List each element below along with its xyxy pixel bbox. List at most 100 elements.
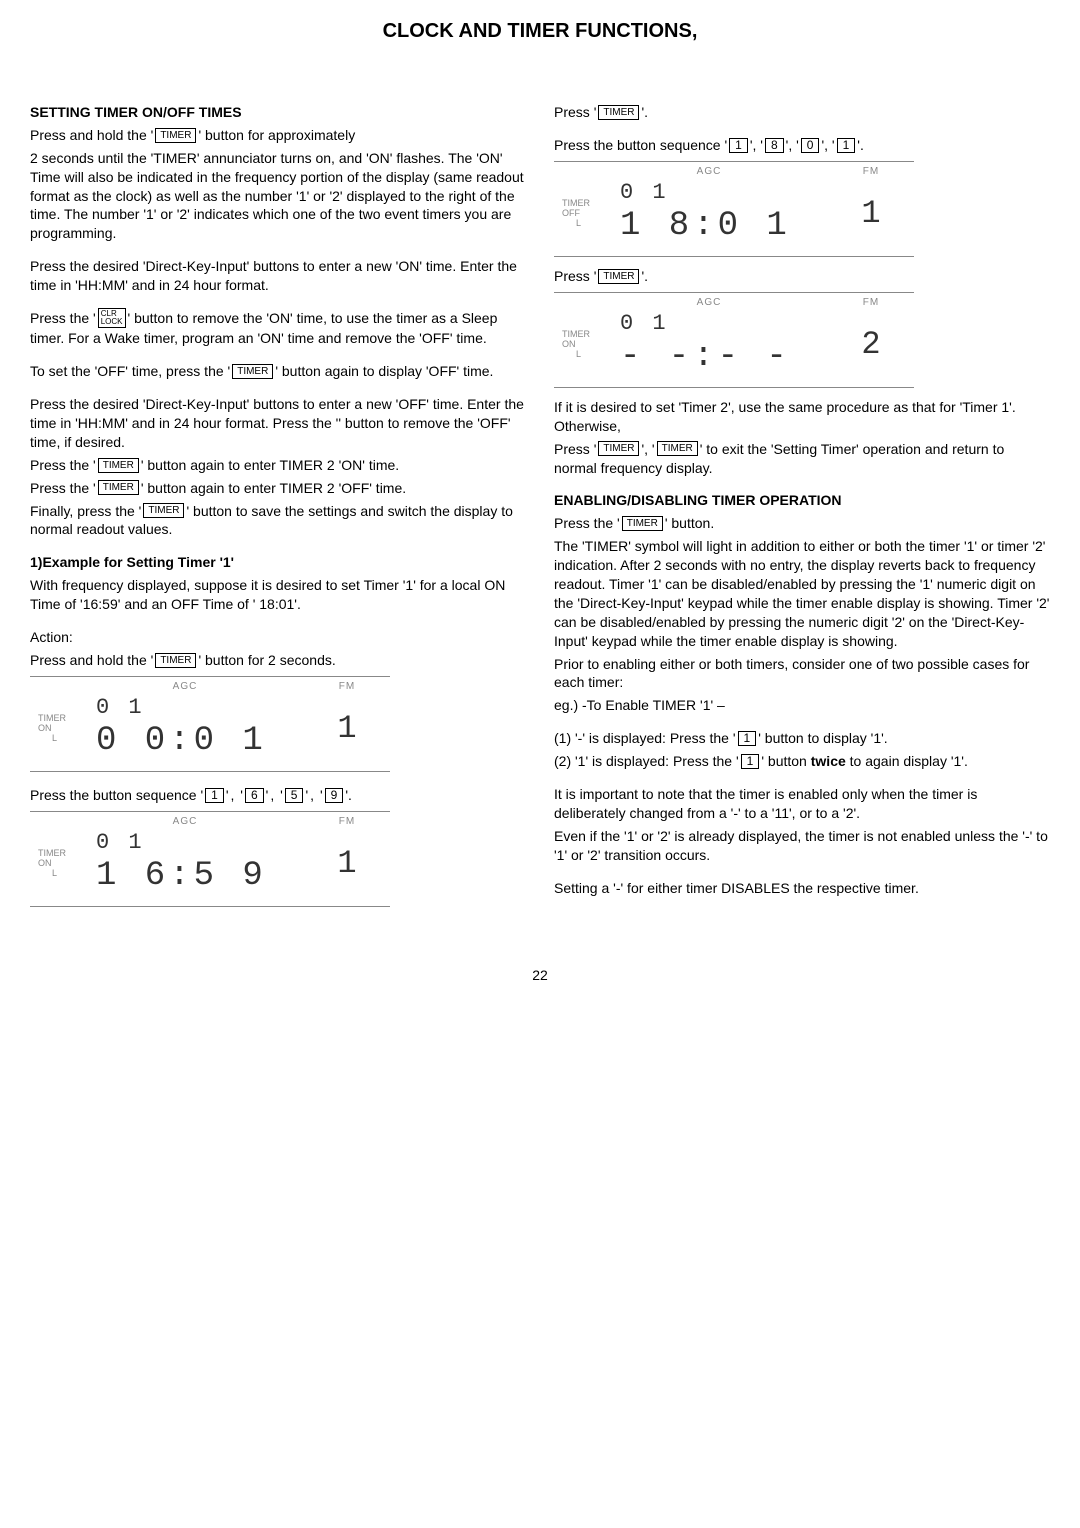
lcd-fm: FM [836,296,906,310]
timer-button-label: TIMER [598,105,639,120]
lcd-timer-off: TIMEROFF [562,199,620,219]
heading-example: 1)Example for Setting Timer '1' [30,553,526,572]
lcd-fm: FM [836,165,906,179]
text: button to display '1'. [765,730,888,746]
text: Press 'TIMER', 'TIMER' to exit the 'Sett… [554,440,1050,478]
text: Press [554,441,594,457]
key-1: 1 [741,754,760,769]
text: to again display '1'. [846,753,968,769]
text: Press 'TIMER'. [554,103,1050,122]
action-label: Action: [30,628,526,647]
text: Press and hold the 'TIMER' button for 2 … [30,651,526,670]
timer-button-label: TIMER [622,516,663,531]
text: button again to display 'OFF' time. [282,363,494,379]
lcd-display: AGC FM TIMERON L 0 1 1 6:5 9 1 [30,811,390,907]
key-1: 1 [729,138,748,153]
lcd-agc: AGC [38,815,312,829]
clr-lock-button-label: CLRLOCK [98,308,126,328]
lcd-timer-on: TIMERON [38,714,96,734]
lcd-agc: AGC [562,296,836,310]
text: (1) '-' is displayed: Press the [554,730,733,746]
text: To set the 'OFF' time, press the [30,363,228,379]
lcd-fm: FM [312,815,382,829]
lcd-display: AGC FM TIMEROFF L 0 1 1 8:0 1 1 [554,161,914,257]
text: button. [671,515,714,531]
lcd-l: L [38,869,96,879]
text: button for approximately [205,127,355,143]
lcd-l: L [38,734,96,744]
lcd-agc: AGC [38,680,312,694]
lcd-big-readout: 1 8:0 1 [620,204,836,250]
lcd-display: AGC FM TIMERON L 0 1 - -:- - 2 [554,292,914,388]
text: With frequency displayed, suppose it is … [30,576,526,614]
text: Even if the '1' or '2' is already displa… [554,827,1050,865]
text: Press the 'TIMER' button again to enter … [30,456,526,475]
lcd-display: AGC FM TIMERON L 0 1 0 0:0 1 1 [30,676,390,772]
timer-button-label: TIMER [232,364,273,379]
text: Press the [30,480,93,496]
text: Press the 'CLRLOCK' button to remove the… [30,309,526,348]
lcd-right-digit: 1 [312,707,382,750]
text-bold: twice [811,753,846,769]
page-number: 22 [30,967,1050,983]
text: Press the button sequence '1', '8', '0',… [554,136,1050,155]
lcd-big-readout: 1 6:5 9 [96,854,312,900]
text: Press the button sequence [30,787,200,803]
timer-button-label: TIMER [155,128,196,143]
text: Finally, press the [30,503,139,519]
lcd-big-readout: - -:- - [620,335,836,381]
lcd-l: L [562,219,620,229]
timer-button-label: TIMER [98,480,139,495]
page-title: CLOCK AND TIMER FUNCTIONS, [30,20,1050,43]
text: Press the 'TIMER' button. [554,514,1050,533]
timer-button-label: TIMER [143,503,184,518]
text: Press the [30,310,93,326]
text: (2) '1' is displayed: Press the '1' butt… [554,752,1050,771]
key-9: 9 [325,788,344,803]
text: Press [554,104,594,120]
text: Prior to enabling either or both timers,… [554,655,1050,693]
text: Press the button sequence [554,137,724,153]
lcd-timer-on: TIMERON [38,849,96,869]
key-0: 0 [801,138,820,153]
lcd-right-digit: 1 [836,192,906,235]
text: Press 'TIMER'. [554,267,1050,286]
key-6: 6 [245,788,264,803]
key-1: 1 [738,731,757,746]
timer-button-label: TIMER [598,269,639,284]
text: To set the 'OFF' time, press the 'TIMER'… [30,362,526,381]
lcd-right-digit: 2 [836,323,906,366]
timer-button-label: TIMER [598,441,639,456]
key-1: 1 [205,788,224,803]
timer-button-label: TIMER [98,458,139,473]
text: Press and hold the [30,652,151,668]
key-5: 5 [285,788,304,803]
text: Press and hold the [30,127,151,143]
text: Finally, press the 'TIMER' button to sav… [30,502,526,540]
text: button [768,753,811,769]
text: 2 seconds until the 'TIMER' annunciator … [30,149,526,243]
text: Press and hold the 'TIMER' button for ap… [30,126,526,145]
lcd-l: L [562,350,620,360]
heading-setting-timer: SETTING TIMER ON/OFF TIMES [30,103,526,122]
lcd-right-digit: 1 [312,842,382,885]
text: Press the [554,515,617,531]
lcd-timer-on: TIMERON [562,330,620,350]
text: button again to enter TIMER 2 'ON' time. [147,457,399,473]
text: button again to enter TIMER 2 'OFF' time… [147,480,406,496]
key-1: 1 [837,138,856,153]
text: eg.) -To Enable TIMER '1' – [554,696,1050,715]
text: If it is desired to set 'Timer 2', use t… [554,398,1050,436]
timer-button-label: TIMER [155,653,196,668]
text: Press the [30,457,93,473]
text: Press [554,268,594,284]
key-8: 8 [765,138,784,153]
text: Press the desired 'Direct-Key-Input' but… [30,395,526,452]
right-column: Press 'TIMER'. Press the button sequence… [554,103,1050,917]
text: Press the desired 'Direct-Key-Input' but… [30,257,526,295]
text: Press the button sequence '1', '6', '5',… [30,786,526,805]
lcd-big-readout: 0 0:0 1 [96,719,312,765]
lcd-agc: AGC [562,165,836,179]
text: It is important to note that the timer i… [554,785,1050,823]
text: button for 2 seconds. [205,652,336,668]
